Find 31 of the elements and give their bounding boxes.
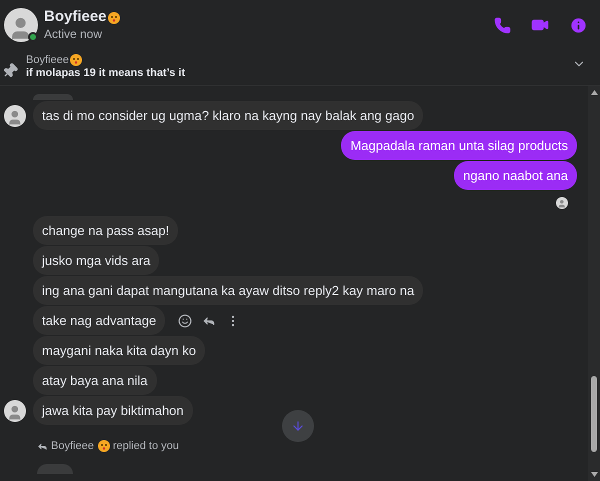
avatar — [4, 400, 26, 422]
call-button[interactable] — [494, 16, 511, 34]
message-bubble: atay baya ana nila — [33, 366, 157, 395]
reply-icon — [37, 440, 48, 452]
message-bubble: ngano naabot ana — [454, 161, 577, 190]
info-button[interactable] — [569, 16, 588, 34]
arrow-down-icon — [291, 419, 305, 433]
message-bubble: maygani naka kita dayn ko — [33, 336, 205, 365]
react-button[interactable] — [178, 314, 192, 328]
pinned-message: if molapas 19 it means that’s it — [26, 67, 186, 81]
contact-name: Boyfieee — [44, 8, 107, 27]
message-bubble: take nag advantage — [33, 306, 166, 335]
emoji-icon — [70, 54, 82, 66]
message-bubble: ing ana gani dapat mangutana ka ayaw ditso reply2 kay maro na — [33, 276, 424, 305]
avatar — [556, 197, 568, 209]
reply-sender: Boyfieee — [51, 439, 94, 454]
message-bubble: jawa kita pay biktimahon — [33, 396, 193, 425]
avatar — [4, 104, 26, 126]
message-bubble: tas di mo consider ug ugma? klaro na kayng nay balak ang gago — [33, 101, 424, 130]
smiley-icon — [178, 314, 192, 328]
avatar — [4, 8, 38, 42]
scroll-up-icon[interactable] — [590, 90, 598, 95]
message-bubble: jusko mga vids ara — [33, 246, 160, 275]
pinned-sender: Boyfieee — [26, 54, 69, 68]
scroll-down-icon[interactable] — [590, 472, 598, 477]
reply-notice-text: replied to you — [112, 439, 179, 454]
emoji-icon — [108, 12, 120, 24]
message-bubble: change na pass asap! — [33, 216, 178, 245]
emoji-icon — [98, 440, 110, 452]
status-text: Active now — [44, 26, 104, 42]
message-bubble: Magpadala raman unta silag products — [341, 131, 577, 160]
